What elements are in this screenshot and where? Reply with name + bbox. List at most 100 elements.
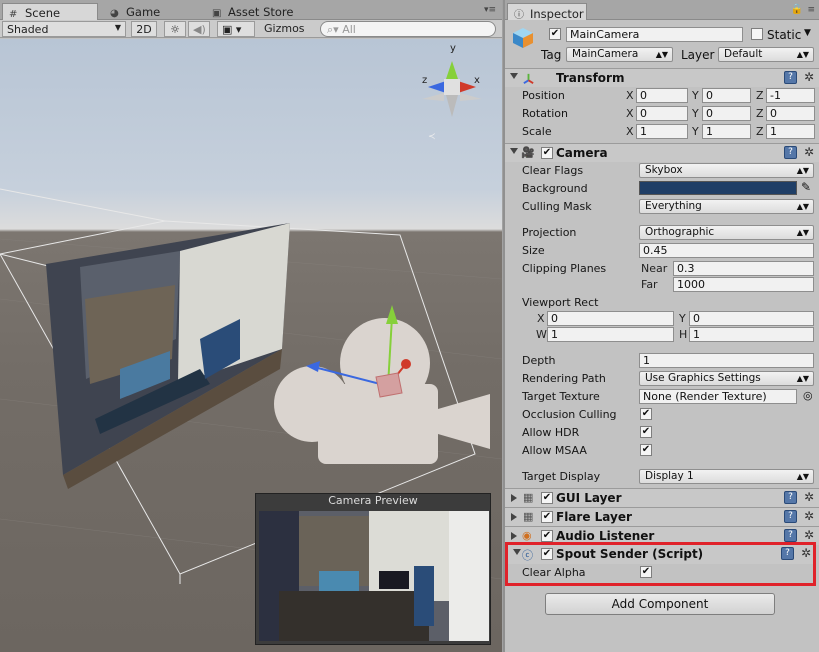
effects-icon[interactable]: ▣ ▾ xyxy=(217,21,255,37)
foldout-arrow-icon[interactable] xyxy=(511,513,517,521)
help-icon[interactable]: ? xyxy=(784,71,797,84)
position-x-field[interactable]: 0 xyxy=(636,88,688,103)
tag-dropdown[interactable]: MainCamera ▲▼ xyxy=(566,47,673,62)
search-icon: ⌕▾ xyxy=(327,23,339,36)
scene-viewport[interactable]: y z x ≺ Camera Preview xyxy=(0,39,502,652)
gear-icon[interactable]: ✲ xyxy=(804,145,814,159)
active-checkbox[interactable]: ✔ xyxy=(549,28,561,40)
chevron-down-icon: ▲▼ xyxy=(796,202,809,211)
viewport-x-field[interactable]: 0 xyxy=(547,311,674,326)
clear-alpha-label: Clear Alpha xyxy=(522,566,586,579)
vp-h-label: H xyxy=(679,328,688,341)
culling-mask-row: Culling Mask Everything ▲▼ xyxy=(505,198,819,216)
scale-z-field[interactable]: 1 xyxy=(766,124,815,139)
foldout-arrow-icon[interactable] xyxy=(511,494,517,502)
size-field[interactable]: 0.45 xyxy=(639,243,814,258)
foldout-arrow-icon[interactable] xyxy=(510,73,518,79)
shading-dropdown[interactable]: Shaded ▼ xyxy=(2,21,126,37)
eyedropper-icon[interactable]: ✎ xyxy=(801,180,811,194)
spout-sender-checkbox[interactable]: ✔ xyxy=(541,548,553,560)
clear-alpha-checkbox[interactable]: ✔ xyxy=(640,566,652,578)
gear-icon[interactable]: ✲ xyxy=(804,490,814,504)
camera-enabled-checkbox[interactable]: ✔ xyxy=(541,147,553,159)
viewport-w-field[interactable]: 1 xyxy=(547,327,674,342)
help-icon[interactable]: ? xyxy=(781,547,794,560)
tab-menu-icon[interactable]: ▾≡ xyxy=(484,5,496,15)
search-input[interactable]: ⌕▾ All xyxy=(320,21,496,37)
rendering-path-dropdown[interactable]: Use Graphics Settings ▲▼ xyxy=(639,371,814,386)
camera-preview-title: Camera Preview xyxy=(328,494,418,507)
help-icon[interactable]: ? xyxy=(784,529,797,542)
position-y-field[interactable]: 0 xyxy=(702,88,751,103)
viewport-y-field[interactable]: 0 xyxy=(689,311,814,326)
audio-listener-checkbox[interactable]: ✔ xyxy=(541,530,553,542)
gear-icon[interactable]: ✲ xyxy=(804,509,814,523)
scale-label: Scale xyxy=(522,125,552,138)
scale-y-field[interactable]: 1 xyxy=(702,124,751,139)
persp-label: ≺ xyxy=(428,132,436,142)
lighting-icon[interactable]: ☼ xyxy=(164,21,186,37)
rotation-x-field[interactable]: 0 xyxy=(636,106,688,121)
target-texture-field[interactable]: None (Render Texture) xyxy=(639,389,797,404)
mode-2d-button[interactable]: 2D xyxy=(131,21,157,37)
rotation-y-field[interactable]: 0 xyxy=(702,106,751,121)
allow-msaa-label: Allow MSAA xyxy=(522,444,587,457)
target-display-label: Target Display xyxy=(522,470,601,483)
transform-header[interactable]: Transform ? ✲ xyxy=(505,68,819,87)
scale-x-field[interactable]: 1 xyxy=(636,124,688,139)
allow-hdr-checkbox[interactable]: ✔ xyxy=(640,426,652,438)
clear-alpha-row: Clear Alpha ✔ xyxy=(505,564,819,582)
gear-icon[interactable]: ✲ xyxy=(801,546,811,560)
tab-asset-store[interactable]: ▣ Asset Store xyxy=(206,3,302,20)
far-field[interactable]: 1000 xyxy=(673,277,814,292)
flare-layer-header[interactable]: ▦ ✔ Flare Layer ? ✲ xyxy=(505,507,819,526)
gear-icon[interactable]: ✲ xyxy=(804,528,814,542)
chevron-down-icon[interactable]: ▼ xyxy=(804,28,811,38)
object-header: ✔ MainCamera Static ▼ Tag MainCamera ▲▼ L… xyxy=(505,21,819,65)
tab-scene[interactable]: # Scene xyxy=(2,3,98,20)
help-icon[interactable]: ? xyxy=(784,491,797,504)
layer-dropdown[interactable]: Default ▲▼ xyxy=(718,47,814,62)
vp-y-label: Y xyxy=(679,312,686,325)
occlusion-culling-checkbox[interactable]: ✔ xyxy=(640,408,652,420)
add-component-button[interactable]: Add Component xyxy=(545,593,775,615)
gizmos-dropdown[interactable]: Gizmos ▼ xyxy=(260,21,316,47)
tab-menu-icon[interactable]: ≡ xyxy=(807,5,815,15)
tab-game[interactable]: ◕ Game xyxy=(104,3,168,20)
viewport-h-field[interactable]: 1 xyxy=(689,327,814,342)
help-icon[interactable]: ? xyxy=(784,146,797,159)
object-picker-icon[interactable]: ◎ xyxy=(803,389,813,402)
lock-icon[interactable]: 🔒 xyxy=(791,4,803,15)
rotation-z-field[interactable]: 0 xyxy=(766,106,815,121)
position-z-field[interactable]: -1 xyxy=(766,88,815,103)
object-name-field[interactable]: MainCamera xyxy=(566,27,743,42)
near-field[interactable]: 0.3 xyxy=(673,261,814,276)
cube-icon xyxy=(513,28,533,48)
chevron-down-icon: ▲▼ xyxy=(796,50,809,59)
camera-icon: 🎥 xyxy=(521,146,535,159)
spout-sender-header[interactable]: ⓒ ✔ Spout Sender (Script) ? ✲ xyxy=(508,545,813,564)
gui-layer-header[interactable]: ▦ ✔ GUI Layer ? ✲ xyxy=(505,488,819,507)
axis-z-label: z xyxy=(422,75,427,86)
target-display-dropdown[interactable]: Display 1 ▲▼ xyxy=(639,469,814,484)
gui-layer-checkbox[interactable]: ✔ xyxy=(541,492,553,504)
background-color-swatch[interactable] xyxy=(639,181,797,195)
foldout-arrow-icon[interactable] xyxy=(511,532,517,540)
allow-msaa-checkbox[interactable]: ✔ xyxy=(640,444,652,456)
flare-layer-checkbox[interactable]: ✔ xyxy=(541,511,553,523)
culling-mask-dropdown[interactable]: Everything ▲▼ xyxy=(639,199,814,214)
chevron-down-icon: ▲▼ xyxy=(655,50,668,59)
scene-tabbar: # Scene ◕ Game ▣ Asset Store ▾≡ xyxy=(0,0,502,20)
foldout-arrow-icon[interactable] xyxy=(510,148,518,154)
tab-inspector[interactable]: ⓘ Inspector xyxy=(507,3,587,21)
gear-icon[interactable]: ✲ xyxy=(804,70,814,84)
camera-header[interactable]: 🎥 ✔ Camera ? ✲ xyxy=(505,143,819,162)
audio-icon[interactable]: ◀) xyxy=(188,21,210,37)
clear-flags-dropdown[interactable]: Skybox ▲▼ xyxy=(639,163,814,178)
static-checkbox[interactable] xyxy=(751,28,763,40)
help-icon[interactable]: ? xyxy=(784,510,797,523)
orientation-gizmo[interactable]: y z x ≺ xyxy=(422,43,482,142)
projection-dropdown[interactable]: Orthographic ▲▼ xyxy=(639,225,814,240)
depth-field[interactable]: 1 xyxy=(639,353,814,368)
foldout-arrow-icon[interactable] xyxy=(513,549,521,555)
